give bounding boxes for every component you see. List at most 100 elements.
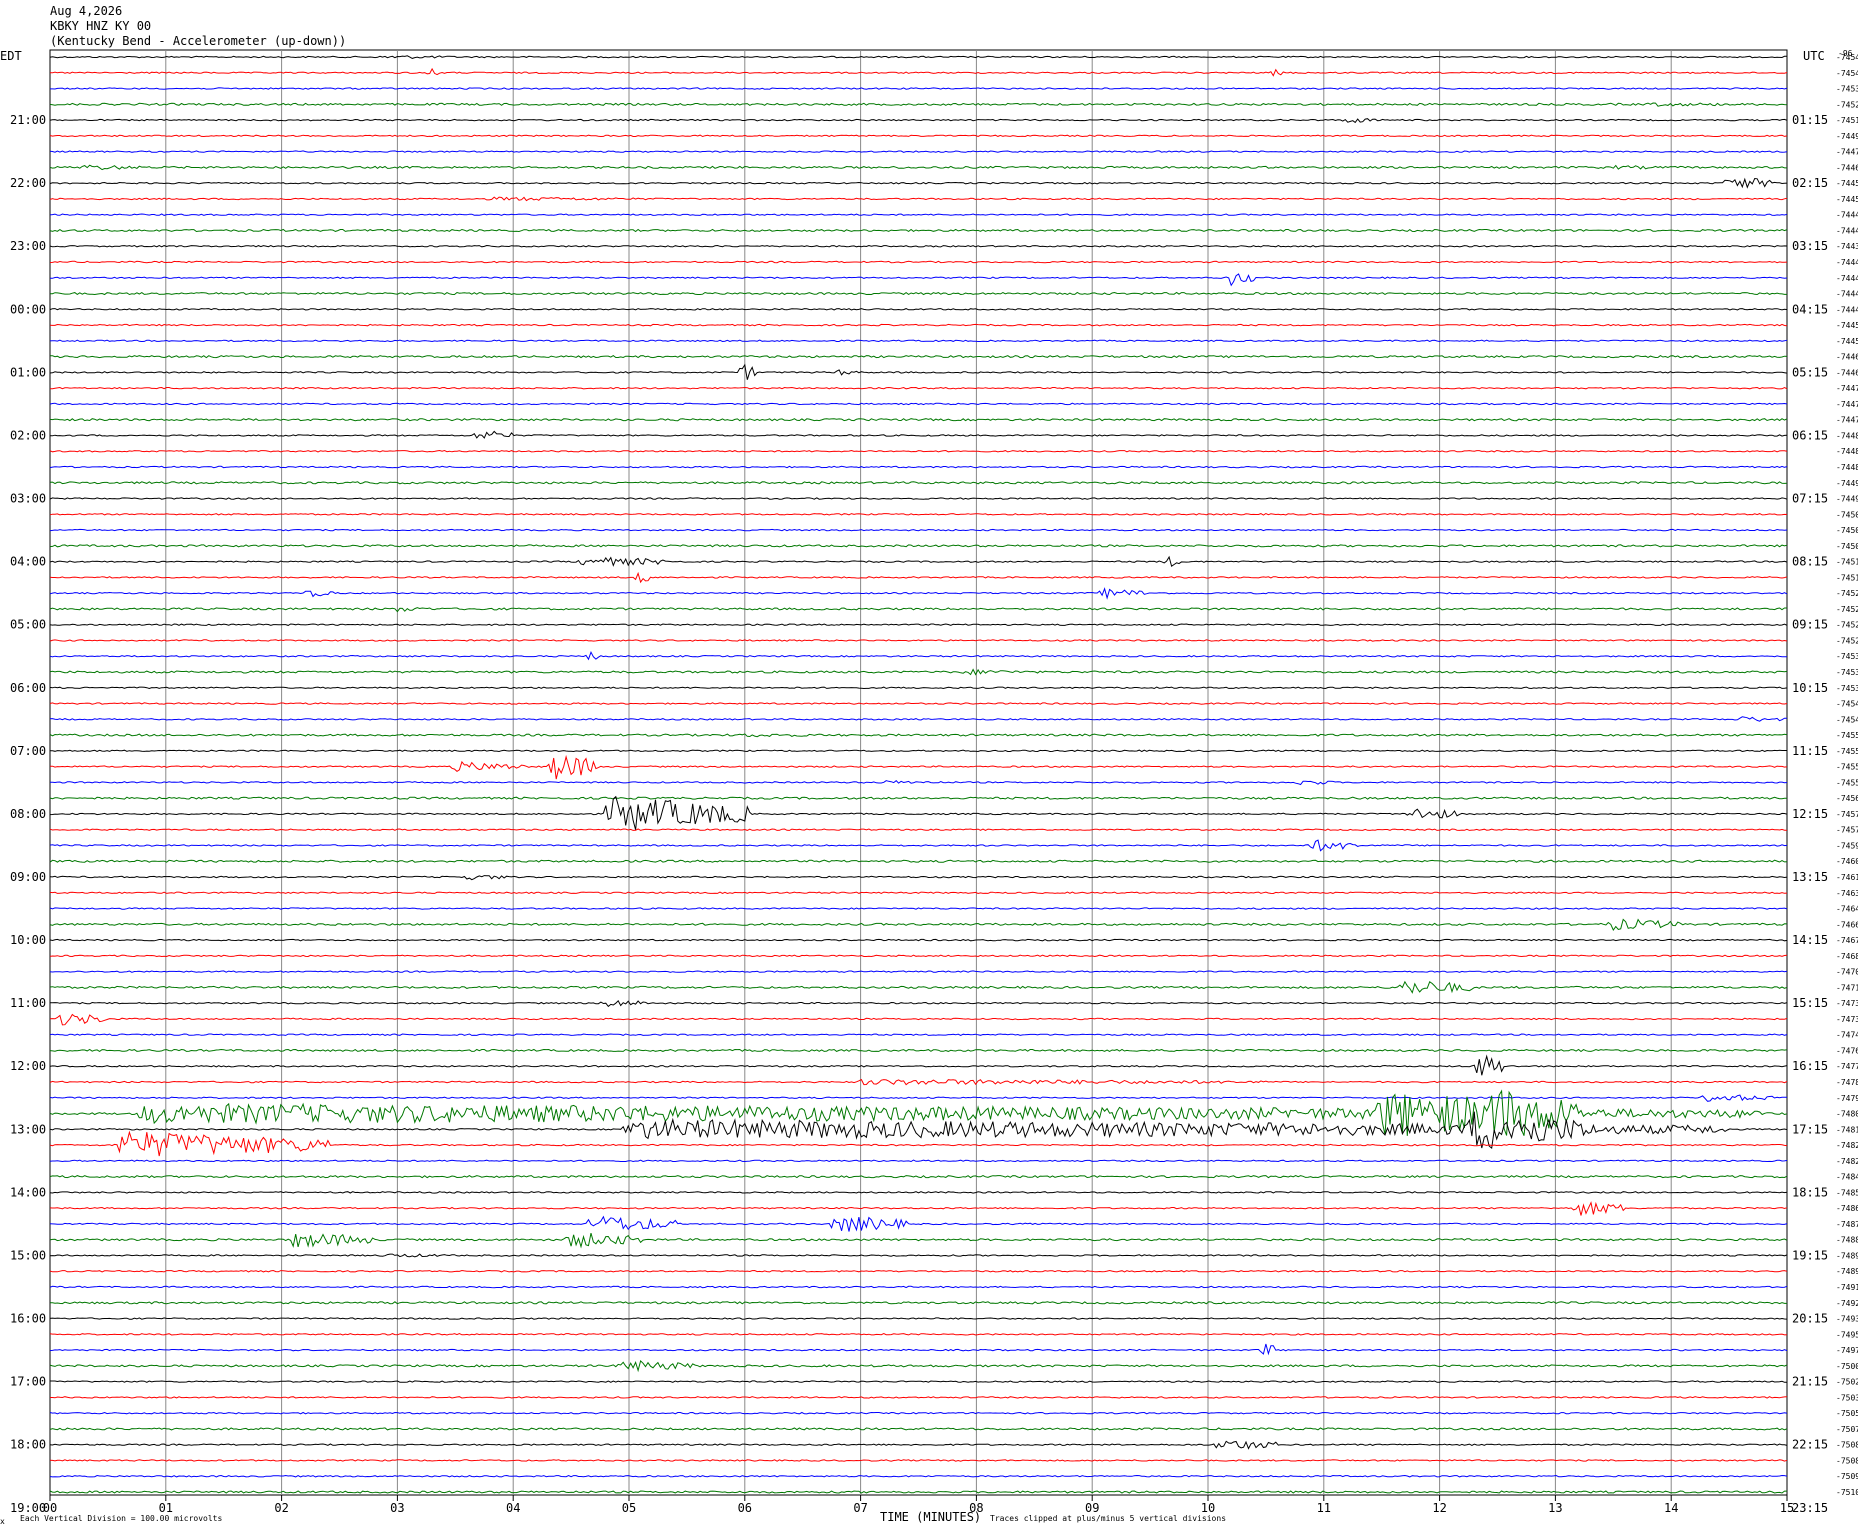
trace-row-16: [49, 308, 1788, 311]
right-hour-label: 09:15: [1792, 618, 1828, 632]
trace-row-59: [49, 980, 1788, 994]
trace-offset-label: -7446: [1836, 368, 1858, 377]
trace-offset-label: -7502: [1836, 1378, 1858, 1387]
trace-row-91: [49, 1490, 1787, 1494]
trace-offset-label: -7457: [1836, 826, 1858, 835]
left-hour-label: 17:00: [10, 1375, 46, 1389]
trace-offset-label: -7448: [1836, 431, 1858, 440]
trace-row-52: [49, 875, 1788, 881]
right-hour-label: 04:15: [1792, 302, 1828, 316]
trace-row-34: [49, 587, 1788, 600]
right-hour-label: 12:15: [1792, 807, 1828, 821]
trace-row-64: [49, 1054, 1788, 1076]
trace-row-6: [49, 150, 1788, 153]
footer-clip-note: Traces clipped at plus/minus 5 vertical …: [990, 1514, 1226, 1523]
trace-offset-label: -7452: [1836, 589, 1858, 598]
trace-offset-label: -7452: [1836, 621, 1858, 630]
left-hour-label: 19:00: [10, 1501, 46, 1515]
trace-offset-label: -7495: [1836, 1330, 1858, 1339]
trace-row-72: [49, 1191, 1788, 1194]
trace-offset-label: -7446: [1836, 353, 1858, 362]
trace-row-36: [49, 623, 1788, 626]
trace-offset-label: -7479: [1836, 1094, 1858, 1103]
trace-offset-label: -7446: [1836, 163, 1858, 172]
right-hour-label: 17:15: [1792, 1122, 1828, 1136]
trace-row-60: [49, 999, 1788, 1008]
trace-row-88: [49, 1440, 1788, 1450]
trace-row-87: [49, 1427, 1788, 1431]
x-tick-label-09: 09: [1085, 1501, 1099, 1515]
trace-row-9: [49, 196, 1788, 202]
trace-row-71: [49, 1175, 1788, 1179]
trace-offset-label: -7444: [1836, 305, 1858, 314]
trace-row-13: [49, 260, 1788, 264]
trace-row-81: [49, 1333, 1788, 1336]
trace-row-35: [49, 607, 1787, 613]
trace-offset-label: -7450: [1836, 542, 1858, 551]
trace-offset-label: -7459: [1836, 841, 1858, 850]
trace-row-55: [49, 918, 1788, 931]
trace-row-86: [49, 1411, 1788, 1415]
right-hour-label: 20:15: [1792, 1312, 1828, 1326]
trace-offset-label: -7449: [1836, 479, 1858, 488]
trace-row-26: [49, 465, 1788, 469]
trace-offset-label: -7492: [1836, 1299, 1858, 1308]
left-hour-label: 14:00: [10, 1185, 46, 1199]
trace-offset-label: -7503: [1836, 1393, 1858, 1402]
trace-row-32: [49, 555, 1788, 568]
trace-offset-label: -7445: [1836, 195, 1858, 204]
trace-offset-label: -7451: [1836, 558, 1858, 567]
left-hour-label: 22:00: [10, 176, 46, 190]
trace-offset-label: -7463: [1836, 889, 1858, 898]
trace-row-66: [49, 1094, 1787, 1102]
trace-row-10: [49, 213, 1788, 216]
trace-row-51: [49, 859, 1788, 863]
trace-offset-label: -7497: [1836, 1346, 1858, 1355]
trace-row-53: [49, 891, 1788, 895]
x-tick-label-11: 11: [1317, 1501, 1331, 1515]
trace-row-11: [49, 228, 1788, 233]
left-hour-label: 16:00: [10, 1312, 46, 1326]
trace-offset-label: -7491: [1836, 1283, 1858, 1292]
trace-offset-label: -7464: [1836, 905, 1858, 914]
trace-offset-label: -7443: [1836, 242, 1858, 251]
right-hour-label: 03:15: [1792, 239, 1828, 253]
trace-offset-label: -7445: [1836, 321, 1858, 330]
trace-offset-label: -7453: [1836, 684, 1858, 693]
x-tick-label-01: 01: [159, 1501, 173, 1515]
left-hour-label: 00:00: [10, 302, 46, 316]
trace-offset-label: -7451: [1836, 116, 1858, 125]
top-right-mark: -96: [1838, 49, 1853, 58]
trace-row-21: [49, 386, 1788, 390]
trace-offset-label: -7455: [1836, 778, 1858, 787]
trace-offset-label: -7489: [1836, 1251, 1858, 1260]
trace-offset-label: -7508: [1836, 1456, 1858, 1465]
trace-row-19: [49, 354, 1788, 359]
minute-gridlines: [165, 50, 1672, 1495]
trace-offset-label: -7447: [1836, 400, 1858, 409]
right-hour-label: 11:15: [1792, 744, 1828, 758]
trace-offset-label: -7482: [1836, 1157, 1858, 1166]
trace-offset-label: -7510: [1836, 1488, 1858, 1497]
x-tick-label-13: 13: [1548, 1501, 1562, 1515]
trace-offset-label: -7485: [1836, 1188, 1858, 1197]
trace-offset-label: -7477: [1836, 1062, 1858, 1071]
left-timezone-label: EDT: [0, 49, 22, 63]
right-hour-label: 02:15: [1792, 176, 1828, 190]
trace-offset-label: -7470: [1836, 968, 1858, 977]
trace-offset-label: -7488: [1836, 1236, 1858, 1245]
trace-row-38: [49, 650, 1788, 661]
left-hour-label: 06:00: [10, 681, 46, 695]
trace-offset-label: -7466: [1836, 920, 1858, 929]
right-hour-label: 14:15: [1792, 933, 1828, 947]
left-hour-label: 04:00: [10, 555, 46, 569]
trace-offset-label: -7447: [1836, 148, 1858, 157]
trace-offset-label: -7468: [1836, 952, 1858, 961]
x-tick-label-12: 12: [1432, 1501, 1446, 1515]
trace-row-43: [49, 733, 1788, 738]
trace-row-77: [49, 1269, 1788, 1273]
trace-offset-label: -7450: [1836, 510, 1858, 519]
left-hour-label: 01:00: [10, 365, 46, 379]
left-hour-label: 15:00: [10, 1248, 46, 1262]
trace-row-0: [49, 55, 1787, 59]
